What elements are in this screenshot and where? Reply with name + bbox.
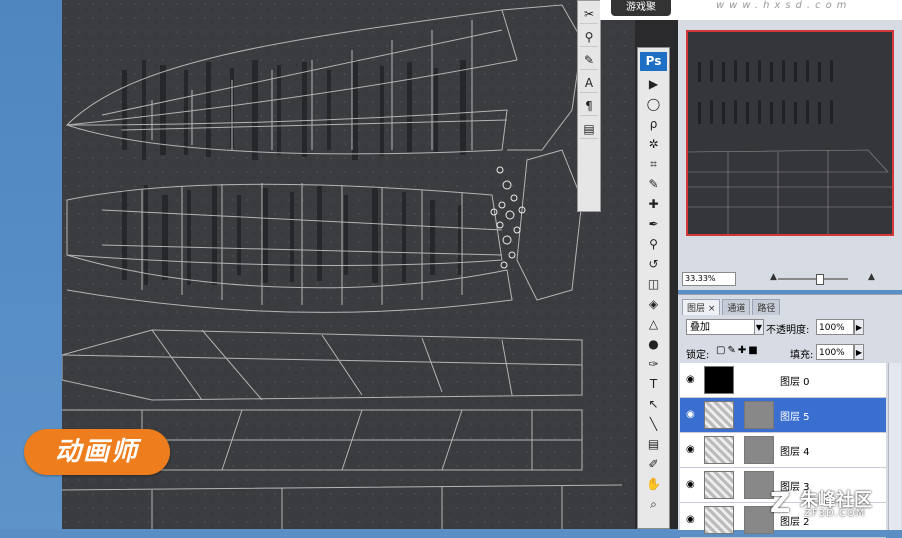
layer-mask-thumbnail[interactable] — [744, 436, 774, 464]
layer-row[interactable]: ◉ 图层 4 — [680, 433, 886, 468]
lock-all-icon[interactable]: ■ — [748, 345, 759, 356]
blur-tool-icon[interactable]: △ — [638, 315, 669, 333]
lock-paint-icon[interactable]: ✎ — [727, 345, 737, 356]
hand-tool-icon[interactable]: ✋ — [638, 475, 669, 493]
lasso-tool-icon[interactable]: ρ — [638, 115, 669, 133]
brush-tool-icon[interactable]: ✒ — [638, 215, 669, 233]
move-tool-icon[interactable]: ▶ — [638, 75, 669, 93]
visibility-eye-icon[interactable]: ◉ — [686, 444, 695, 455]
brush-preset-icon[interactable]: ✎ — [580, 51, 598, 70]
dodge-tool-icon[interactable]: ● — [638, 335, 669, 353]
fill-field[interactable]: 100% — [816, 344, 854, 360]
layer-row[interactable]: ◉ 图层 5 — [680, 398, 886, 433]
watermark-url: ZF3D.COM — [804, 508, 866, 519]
zoom-slider[interactable] — [778, 278, 848, 280]
history-brush-icon[interactable]: ↺ — [638, 255, 669, 273]
layer-name: 图层 5 — [780, 412, 810, 423]
navigator-panel: 33.33% ▲ ▲ — [678, 20, 902, 290]
pen-tool-icon[interactable]: ✑ — [638, 355, 669, 373]
layer-mask-thumbnail[interactable] — [744, 401, 774, 429]
fill-label: 填充: — [790, 350, 814, 361]
healing-brush-icon[interactable]: ✚ — [638, 195, 669, 213]
opacity-label: 不透明度: — [766, 325, 810, 336]
layer-row[interactable]: ◉ 图层 0 — [680, 363, 886, 398]
eyedropper2-icon[interactable]: ✐ — [638, 455, 669, 473]
blend-dropdown-arrow-icon[interactable]: ▼ — [754, 319, 764, 335]
crop-tool-icon[interactable]: ⌗ — [638, 155, 669, 173]
layer-thumbnail — [704, 401, 734, 429]
layer-thumbnail — [704, 471, 734, 499]
layer-thumbnail — [704, 436, 734, 464]
layer-thumbnail — [704, 366, 734, 394]
opacity-field[interactable]: 100% — [816, 319, 854, 335]
lock-move-icon[interactable]: ✚ — [738, 345, 748, 356]
opacity-arrow-icon[interactable]: ▶ — [854, 319, 864, 335]
fill-arrow-icon[interactable]: ▶ — [854, 344, 864, 360]
line-tool-icon[interactable]: ╲ — [638, 415, 669, 433]
clone-stamp-icon[interactable]: ⚲ — [638, 235, 669, 253]
watermark: Z 朱峰社区 ZF3D.COM — [770, 484, 900, 526]
visibility-eye-icon[interactable]: ◉ — [686, 514, 695, 525]
banner-url: www.hxsd.com — [716, 0, 852, 11]
tab-channels[interactable]: 通道 — [722, 299, 751, 315]
character-icon[interactable]: A — [580, 74, 598, 93]
watermark-logo: Z — [770, 486, 791, 519]
tools-panel: Ps ▶ ◯ ρ ✲ ⌗ ✎ ✚ ✒ ⚲ ↺ ◫ ◈ △ ● ✑ T ↖ ╲ ▤ ✐ ✋ ⌕ — [637, 47, 670, 529]
paragraph-icon[interactable]: ¶ — [580, 97, 598, 116]
path-select-icon[interactable]: ↖ — [638, 395, 669, 413]
layer-name: 图层 4 — [780, 447, 810, 458]
notes-tool-icon[interactable]: ▤ — [638, 435, 669, 453]
panel-dock-strip: ✂ ⚲ ✎ A ¶ ▤ — [577, 0, 601, 212]
thumbnail-preview — [687, 60, 892, 234]
stamp-icon[interactable]: ⚲ — [580, 28, 598, 47]
eraser-icon[interactable]: ◫ — [638, 275, 669, 293]
tab-paths[interactable]: 路径 — [752, 299, 781, 315]
tool-list: ▶ ◯ ρ ✲ ⌗ ✎ ✚ ✒ ⚲ ↺ ◫ ◈ △ ● ✑ T ↖ ╲ ▤ ✐ ✋ ⌕ — [638, 75, 669, 513]
navigator-thumbnail[interactable] — [686, 30, 894, 236]
panel-tabs: 图层 × 通道 路径 — [682, 299, 782, 315]
eyedropper-icon[interactable]: ✎ — [638, 175, 669, 193]
zoom-in-icon[interactable]: ▲ — [868, 272, 875, 282]
blend-mode-select[interactable]: 叠加 — [686, 319, 764, 335]
zoom-tool-icon[interactable]: ⌕ — [638, 495, 669, 513]
visibility-eye-icon[interactable]: ◉ — [686, 479, 695, 490]
animator-badge: 动画师 — [24, 429, 170, 475]
magic-wand-icon[interactable]: ✲ — [638, 135, 669, 153]
layer-comps-icon[interactable]: ▤ — [580, 120, 598, 139]
paint-bucket-icon[interactable]: ◈ — [638, 295, 669, 313]
zoom-level-field[interactable]: 33.33% — [682, 272, 736, 286]
scissors-icon[interactable]: ✂ — [580, 5, 598, 24]
layer-name: 图层 0 — [780, 377, 810, 388]
visibility-eye-icon[interactable]: ◉ — [686, 374, 695, 385]
layer-thumbnail — [704, 506, 734, 534]
tab-layers[interactable]: 图层 × — [682, 299, 721, 315]
ps-logo: Ps — [640, 52, 667, 71]
lock-label: 锁定: — [686, 350, 710, 361]
zoom-slider-handle[interactable] — [816, 274, 824, 285]
lock-transparent-icon[interactable]: ▢ — [716, 345, 727, 356]
marquee-tool-icon[interactable]: ◯ — [638, 95, 669, 113]
lock-options[interactable]: ▢✎✚■ — [716, 345, 760, 356]
visibility-eye-icon[interactable]: ◉ — [686, 409, 695, 420]
zoom-out-icon[interactable]: ▲ — [770, 272, 777, 282]
type-tool-icon[interactable]: T — [638, 375, 669, 393]
banner-tag: 游戏聚 — [611, 0, 671, 16]
